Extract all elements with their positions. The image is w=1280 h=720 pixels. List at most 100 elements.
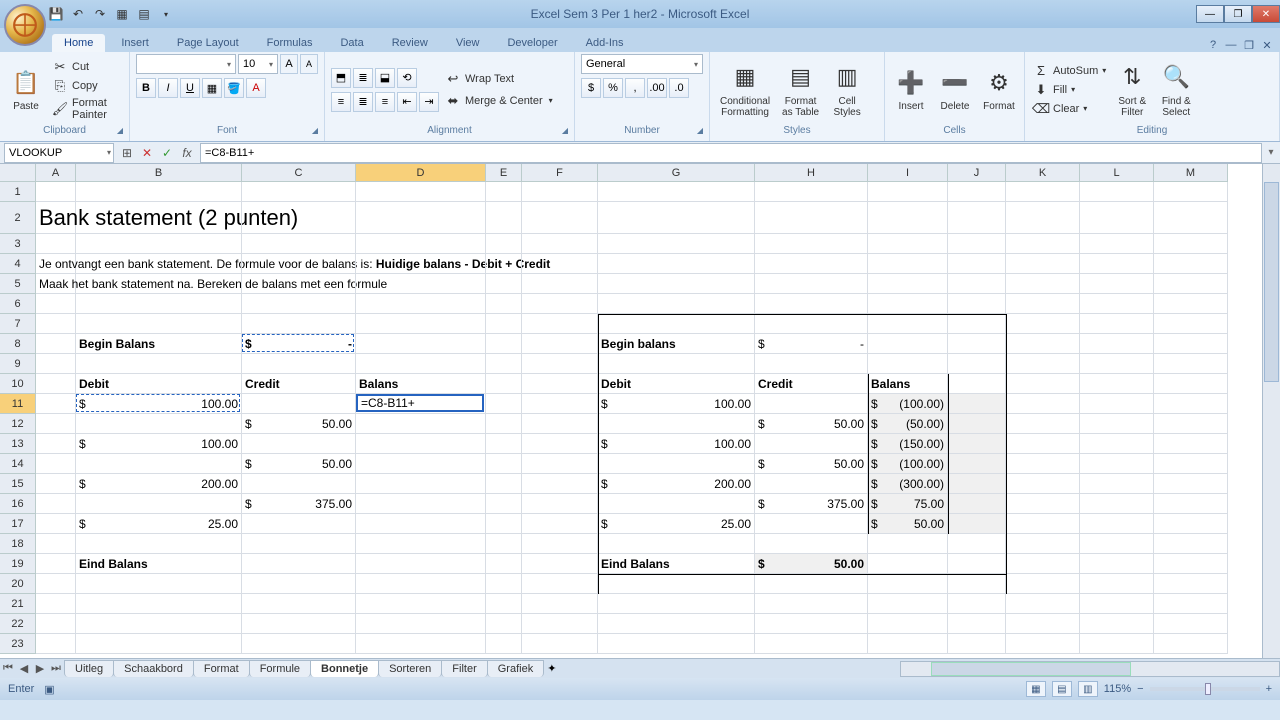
horizontal-scrollbar[interactable] [900,661,1280,677]
cell-G14[interactable] [598,454,755,474]
cell-D2[interactable] [356,202,486,234]
cell-G1[interactable] [598,182,755,202]
cell-K17[interactable] [1006,514,1080,534]
cell-A1[interactable] [36,182,76,202]
cell-J2[interactable] [948,202,1006,234]
formula-input[interactable]: =C8-B11+ [200,143,1262,163]
cell-D4[interactable] [356,254,486,274]
cell-K5[interactable] [1006,274,1080,294]
row-header-10[interactable]: 10 [0,374,36,394]
cell-C10[interactable]: Credit [242,374,356,394]
cell-A21[interactable] [36,594,76,614]
align-middle-icon[interactable]: ≣ [353,68,373,88]
scroll-thumb[interactable] [1264,182,1279,382]
cell-B12[interactable] [76,414,242,434]
col-header-I[interactable]: I [868,164,948,182]
normal-view-icon[interactable]: ▦ [1026,681,1046,697]
delete-cells-button[interactable]: ➖Delete [935,65,975,114]
cell-K1[interactable] [1006,182,1080,202]
col-header-H[interactable]: H [755,164,868,182]
cell-I14[interactable]: $(100.00) [868,454,948,474]
cell-F4[interactable] [522,254,598,274]
fill-color-button[interactable]: 🪣 [224,78,244,98]
cell-L9[interactable] [1080,354,1154,374]
cell-I7[interactable] [868,314,948,334]
cell-D17[interactable] [356,514,486,534]
cell-B19[interactable]: Eind Balans [76,554,242,574]
cell-K4[interactable] [1006,254,1080,274]
decrease-decimal-icon[interactable]: .0 [669,78,689,98]
cell-M19[interactable] [1154,554,1228,574]
cell-J3[interactable] [948,234,1006,254]
wrap-text-button[interactable]: ↩Wrap Text [443,70,555,88]
cell-E23[interactable] [486,634,522,654]
cell-C13[interactable] [242,434,356,454]
cell-J20[interactable] [948,574,1006,594]
formula-bar-expand-icon[interactable]: ▾ [1262,147,1280,158]
enter-formula-icon[interactable]: ✓ [158,144,176,162]
cell-D9[interactable] [356,354,486,374]
cell-F20[interactable] [522,574,598,594]
cell-A8[interactable] [36,334,76,354]
cell-F22[interactable] [522,614,598,634]
cell-L6[interactable] [1080,294,1154,314]
page-layout-view-icon[interactable]: ▤ [1052,681,1072,697]
align-right-icon[interactable]: ≡ [375,92,395,112]
cell-C5[interactable] [242,274,356,294]
row-header-1[interactable]: 1 [0,182,36,202]
cell-F2[interactable] [522,202,598,234]
cell-C16[interactable]: $375.00 [242,494,356,514]
cell-M13[interactable] [1154,434,1228,454]
cell-C18[interactable] [242,534,356,554]
format-as-table-button[interactable]: ▤Format as Table [778,60,823,120]
insert-cells-button[interactable]: ➕Insert [891,65,931,114]
cell-D21[interactable] [356,594,486,614]
cell-I11[interactable]: $(100.00) [868,394,948,414]
cell-I8[interactable] [868,334,948,354]
cell-E21[interactable] [486,594,522,614]
cell-J13[interactable] [948,434,1006,454]
row-header-8[interactable]: 8 [0,334,36,354]
name-box[interactable]: VLOOKUP▾ [4,143,114,163]
cell-M10[interactable] [1154,374,1228,394]
cell-G11[interactable]: $100.00 [598,394,755,414]
sort-filter-button[interactable]: ⇅Sort & Filter [1112,60,1152,120]
cell-H8[interactable]: $- [755,334,868,354]
cell-G16[interactable] [598,494,755,514]
cell-J21[interactable] [948,594,1006,614]
sheet-tab-uitleg[interactable]: Uitleg [64,660,114,677]
percent-icon[interactable]: % [603,78,623,98]
cell-K20[interactable] [1006,574,1080,594]
tab-view[interactable]: View [444,34,492,52]
cell-M23[interactable] [1154,634,1228,654]
undo-icon[interactable]: ↶ [70,6,86,22]
cell-J23[interactable] [948,634,1006,654]
cell-F13[interactable] [522,434,598,454]
cell-E10[interactable] [486,374,522,394]
cell-C12[interactable]: $50.00 [242,414,356,434]
clear-button[interactable]: ⌫Clear▾ [1031,100,1108,118]
cell-H5[interactable] [755,274,868,294]
cell-G7[interactable] [598,314,755,334]
cell-I4[interactable] [868,254,948,274]
cell-H2[interactable] [755,202,868,234]
cell-C11[interactable] [242,394,356,414]
cell-D16[interactable] [356,494,486,514]
cell-A20[interactable] [36,574,76,594]
cell-K9[interactable] [1006,354,1080,374]
cell-A3[interactable] [36,234,76,254]
cell-A6[interactable] [36,294,76,314]
zoom-out-icon[interactable]: − [1137,683,1143,695]
cell-B18[interactable] [76,534,242,554]
sheet-tab-format[interactable]: Format [193,660,250,677]
align-left-icon[interactable]: ≡ [331,92,351,112]
cell-C2[interactable] [242,202,356,234]
cell-B23[interactable] [76,634,242,654]
cell-G6[interactable] [598,294,755,314]
next-sheet-icon[interactable]: ▶ [32,662,48,675]
cell-K18[interactable] [1006,534,1080,554]
cell-H14[interactable]: $50.00 [755,454,868,474]
col-header-M[interactable]: M [1154,164,1228,182]
cell-G22[interactable] [598,614,755,634]
cell-K11[interactable] [1006,394,1080,414]
